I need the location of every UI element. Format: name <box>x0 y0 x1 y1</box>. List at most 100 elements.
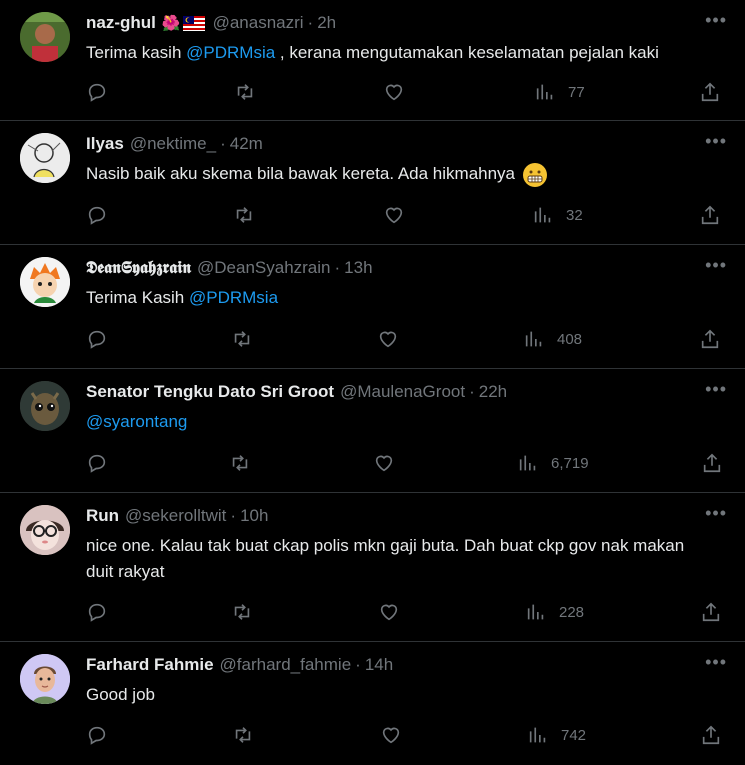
views-button[interactable]: 77 <box>534 81 585 103</box>
views-button[interactable]: 408 <box>523 328 582 350</box>
like-button[interactable] <box>378 601 400 623</box>
tweet[interactable]: naz-ghul 🌺 @anasnazri · 2h ••• Terima ka… <box>0 0 745 121</box>
more-icon[interactable]: ••• <box>705 379 727 400</box>
handle[interactable]: @nektime_ <box>130 134 216 154</box>
views-button[interactable]: 6,719 <box>517 452 589 474</box>
timestamp[interactable]: 22h <box>479 382 507 402</box>
tweet[interactable]: Run @sekerolltwit · 10h ••• nice one. Ka… <box>0 493 745 642</box>
avatar[interactable] <box>20 133 70 183</box>
like-button[interactable] <box>383 81 405 103</box>
reply-button[interactable] <box>86 601 108 623</box>
like-button[interactable] <box>377 328 399 350</box>
avatar[interactable] <box>20 505 70 555</box>
reply-button[interactable] <box>86 452 108 474</box>
action-bar: 408 <box>0 328 745 354</box>
mention-link[interactable]: @syarontang <box>86 412 187 431</box>
tweet-header: Ilyas @nektime_ · 42m <box>86 134 263 154</box>
tweet-header: naz-ghul 🌺 @anasnazri · 2h <box>86 13 336 33</box>
avatar[interactable] <box>20 12 70 62</box>
tweet[interactable]: 𝕯𝖊𝖆𝖓𝕾𝖞𝖆𝖍𝖟𝖗𝖆𝖎𝖓 @DeanSyahzrain · 13h ••• T… <box>0 245 745 369</box>
display-name[interactable]: Run <box>86 506 119 526</box>
views-count: 228 <box>559 603 585 621</box>
action-bar: 742 <box>0 724 745 750</box>
display-name[interactable]: Ilyas <box>86 134 124 154</box>
display-name[interactable]: Senator Tengku Dato Sri Groot <box>86 382 334 402</box>
timestamp[interactable]: 14h <box>365 655 393 675</box>
timestamp[interactable]: 13h <box>344 258 372 278</box>
views-button[interactable]: 742 <box>527 724 586 746</box>
views-count: 32 <box>566 206 583 224</box>
tweet[interactable]: Ilyas @nektime_ · 42m ••• Nasib baik aku… <box>0 121 745 245</box>
tweet[interactable]: Farhard Fahmie @farhard_fahmie · 14h •••… <box>0 642 745 765</box>
tweet-text: Nasib baik aku skema bila bawak kereta. … <box>86 161 726 187</box>
action-bar: 77 <box>0 81 745 107</box>
like-button[interactable] <box>383 204 405 226</box>
retweet-button[interactable] <box>229 452 251 474</box>
share-icon <box>701 329 719 349</box>
retweet-button[interactable] <box>231 601 253 623</box>
reply-button[interactable] <box>86 328 108 350</box>
more-icon[interactable]: ••• <box>705 10 727 31</box>
share-button[interactable] <box>699 81 721 103</box>
retweet-button[interactable] <box>233 204 255 226</box>
share-button[interactable] <box>699 204 721 226</box>
heart-icon <box>382 727 400 744</box>
separator: · <box>334 258 341 277</box>
timestamp[interactable]: 42m <box>230 134 263 154</box>
share-button[interactable] <box>700 601 722 623</box>
views-icon <box>536 84 553 100</box>
reply-icon <box>88 454 106 473</box>
tweet-header: Senator Tengku Dato Sri Groot @MaulenaGr… <box>86 382 507 402</box>
handle[interactable]: @sekerolltwit <box>125 506 226 526</box>
more-icon[interactable]: ••• <box>705 255 727 276</box>
more-icon[interactable]: ••• <box>705 131 727 152</box>
like-button[interactable] <box>373 452 395 474</box>
handle[interactable]: @anasnazri <box>213 13 304 33</box>
separator: · <box>220 134 226 153</box>
reply-icon <box>88 206 106 225</box>
reply-icon <box>88 330 106 349</box>
views-icon <box>527 604 544 620</box>
reply-button[interactable] <box>86 204 108 226</box>
views-button[interactable]: 228 <box>525 601 584 623</box>
handle[interactable]: @DeanSyahzrain <box>197 258 331 278</box>
handle[interactable]: @MaulenaGroot <box>340 382 465 402</box>
timestamp[interactable]: 2h <box>317 13 336 33</box>
share-button[interactable] <box>701 452 723 474</box>
avatar[interactable] <box>20 257 70 307</box>
display-name[interactable]: 𝕯𝖊𝖆𝖓𝕾𝖞𝖆𝖍𝖟𝖗𝖆𝖎𝖓 <box>86 258 191 278</box>
views-count: 77 <box>568 83 585 101</box>
like-button[interactable] <box>380 724 402 746</box>
reply-button[interactable] <box>86 81 108 103</box>
retweet-button[interactable] <box>232 724 254 746</box>
share-button[interactable] <box>700 724 722 746</box>
more-icon[interactable]: ••• <box>705 652 727 673</box>
avatar[interactable] <box>20 381 70 431</box>
tweet-text: Terima Kasih @PDRMsia <box>86 288 279 307</box>
separator: · <box>469 382 475 401</box>
heart-icon <box>385 207 403 224</box>
tweet-text: @syarontang <box>86 409 726 435</box>
mention-link[interactable]: @PDRMsia <box>186 43 275 62</box>
retweet-icon <box>235 727 251 743</box>
retweet-button[interactable] <box>234 81 256 103</box>
action-bar: 6,719 <box>0 452 745 478</box>
mention-link[interactable]: @PDRMsia <box>189 288 278 307</box>
views-icon <box>534 207 551 223</box>
malaysia-flag-icon <box>182 15 205 31</box>
share-button[interactable] <box>699 328 721 350</box>
tweet[interactable]: Senator Tengku Dato Sri Groot @MaulenaGr… <box>0 369 745 493</box>
retweet-button[interactable] <box>231 328 253 350</box>
timestamp[interactable]: 10h <box>240 506 268 526</box>
handle[interactable]: @farhard_fahmie <box>220 655 352 675</box>
avatar[interactable] <box>20 654 70 704</box>
retweet-icon <box>234 604 250 620</box>
share-icon <box>702 725 720 745</box>
display-name[interactable]: Farhard Fahmie <box>86 655 214 675</box>
views-button[interactable]: 32 <box>532 204 583 226</box>
reply-button[interactable] <box>86 724 108 746</box>
separator: · <box>355 655 361 674</box>
more-icon[interactable]: ••• <box>705 503 727 524</box>
action-bar: 228 <box>0 601 745 627</box>
display-name[interactable]: naz-ghul <box>86 13 156 33</box>
